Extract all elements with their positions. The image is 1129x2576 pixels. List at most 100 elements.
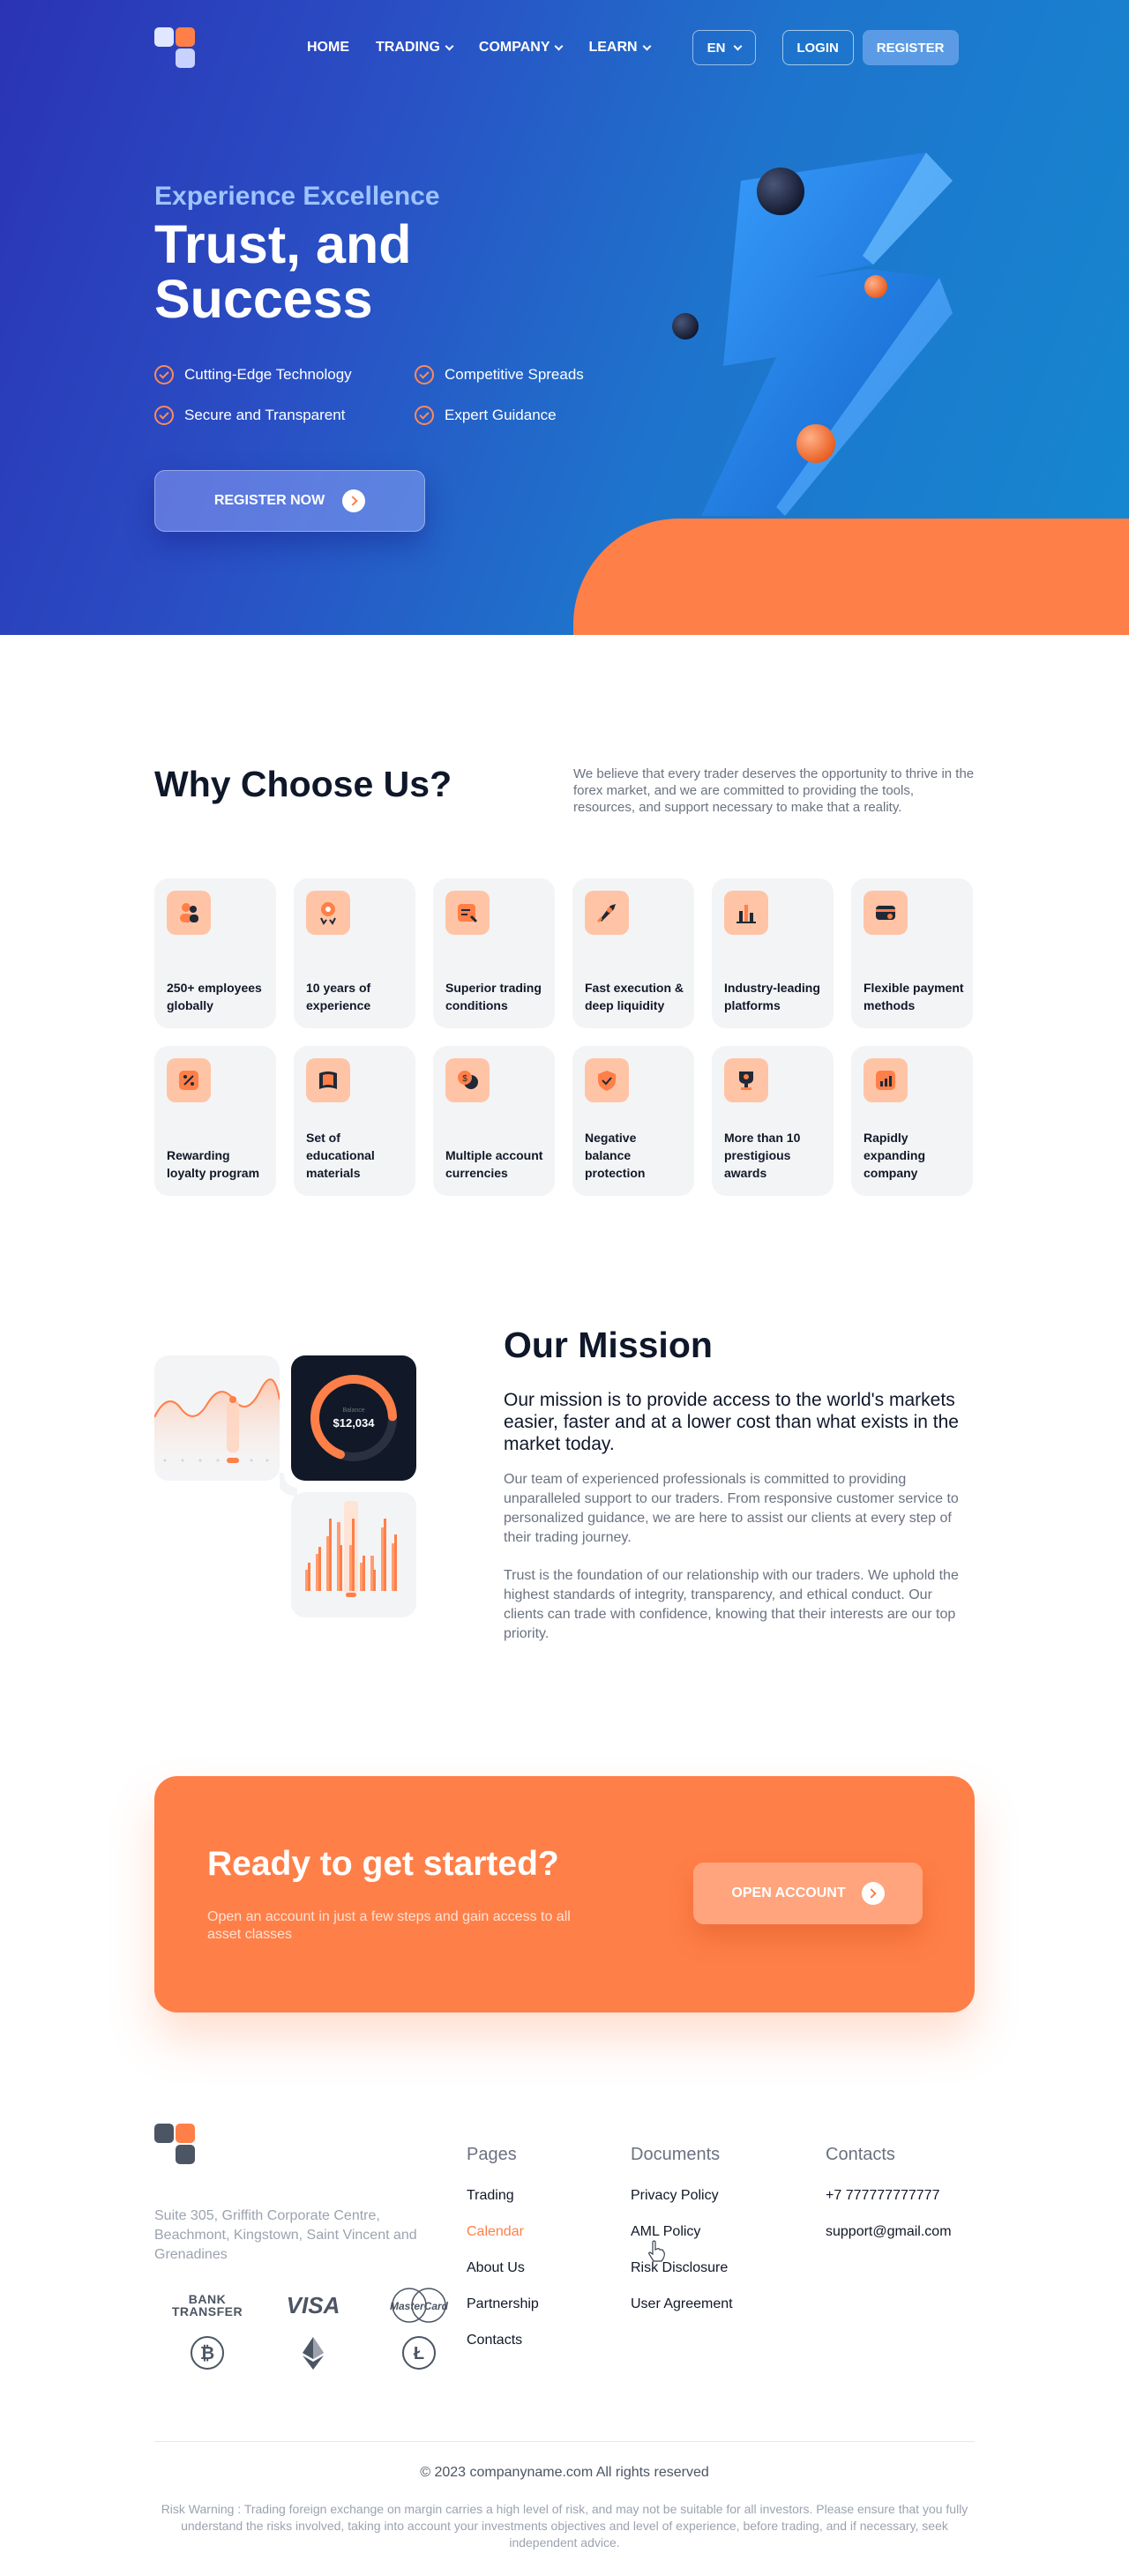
feature-card: Superior trading conditions <box>433 878 555 1028</box>
footer-pages-title: Pages <box>467 2145 517 2164</box>
footer-documents-title: Documents <box>631 2145 721 2164</box>
register-now-label: REGISTER NOW <box>213 493 325 508</box>
feature-card: Industry-leading platforms <box>712 878 834 1028</box>
shield-check-icon <box>585 1058 629 1102</box>
feature-card-label: More than 10 prestigious awards <box>724 1131 801 1180</box>
why-title: Why Choose Us? <box>154 764 452 804</box>
payment-methods: BANK TRANSFER VISA MasterCard ₿ Ł <box>154 2288 472 2371</box>
footer-contacts-column: Contacts +7 777777777777 support@gmail.c… <box>826 2145 952 2259</box>
login-button[interactable]: LOGIN <box>781 30 854 65</box>
check-circle-icon <box>154 406 174 425</box>
mastercard-text: MasterCard <box>389 2299 449 2312</box>
footer-phone[interactable]: +7 777777777777 <box>826 2186 952 2206</box>
hero-feature: Cutting-Edge Technology <box>154 365 415 385</box>
feature-card-label: 10 years of experience <box>306 981 371 1012</box>
footer-link-about[interactable]: About Us <box>467 2259 539 2278</box>
feature-card-label: 250+ employees globally <box>167 981 262 1012</box>
footer-email[interactable]: support@gmail.com <box>826 2222 952 2242</box>
footer-link-aml[interactable]: AML Policy <box>631 2222 733 2242</box>
footer-link-partnership[interactable]: Partnership <box>467 2295 539 2314</box>
bank-transfer-text: BANK <box>188 2292 227 2306</box>
footer-link-contacts[interactable]: Contacts <box>467 2331 539 2350</box>
features-grid: 250+ employees globally 10 years of expe… <box>154 878 973 1196</box>
nav-item-company[interactable]: COMPANY <box>479 40 564 56</box>
chevron-down-icon <box>555 41 564 50</box>
hero-title-line: Trust, and <box>154 214 412 274</box>
hero-feature: Expert Guidance <box>415 406 626 425</box>
footer-link-calendar[interactable]: Calendar <box>467 2222 539 2242</box>
feature-card-label: Multiple account currencies <box>445 1148 543 1180</box>
register-button[interactable]: REGISTER <box>862 30 959 65</box>
feature-card: Fast execution & deep liquidity <box>572 878 694 1028</box>
feature-card-label: Negative balance protection <box>585 1131 646 1180</box>
arrow-right-icon <box>342 489 366 512</box>
growth-chart-icon <box>864 1058 908 1102</box>
chevron-down-icon <box>733 41 742 50</box>
document-icon <box>445 891 490 935</box>
feature-card-label: Rewarding loyalty program <box>167 1148 260 1180</box>
footer-pages-column: Pages Trading Calendar About Us Partners… <box>467 2145 539 2367</box>
mission-lead: Our mission is to provide access to the … <box>504 1390 959 1454</box>
check-circle-icon <box>415 365 434 385</box>
footer-address: Suite 305, Griffith Corporate Centre, Be… <box>154 2208 417 2262</box>
bar-chart-icon <box>724 891 768 935</box>
open-account-button[interactable]: OPEN ACCOUNT <box>693 1863 923 1924</box>
hand-cursor-icon <box>648 2240 665 2262</box>
check-circle-icon <box>154 365 174 385</box>
register-now-button[interactable]: REGISTER NOW <box>154 470 425 532</box>
feature-card: Rewarding loyalty program <box>154 1046 276 1196</box>
feature-card: Rapidly expanding company <box>851 1046 973 1196</box>
check-circle-icon <box>415 406 434 425</box>
arrow-right-icon <box>861 1882 885 1905</box>
risk-warning: Risk Warning : Trading foreign exchange … <box>161 2502 968 2550</box>
hero-subtitle: Experience Excellence <box>154 182 440 211</box>
bank-transfer-text: TRANSFER <box>171 2304 243 2318</box>
footer-link-user-agreement[interactable]: User Agreement <box>631 2295 733 2314</box>
footer-link-trading[interactable]: Trading <box>467 2186 539 2206</box>
language-selector[interactable]: EN <box>692 30 756 65</box>
bank-transfer-logo: BANK TRANSFER <box>154 2288 260 2323</box>
hero-orange-shape <box>573 519 1129 635</box>
hero-features: Cutting-Edge Technology Competitive Spre… <box>154 365 626 425</box>
ready-subtitle: Open an account in just a few steps and … <box>207 1909 571 1942</box>
nav-item-label: TRADING <box>376 40 440 55</box>
balance-label: Balance <box>342 1407 365 1414</box>
medal-icon <box>306 891 350 935</box>
hero-feature: Secure and Transparent <box>154 406 415 425</box>
feature-card-label: Flexible payment methods <box>864 981 964 1012</box>
feature-card-label: Rapidly expanding company <box>864 1131 926 1180</box>
open-account-label: OPEN ACCOUNT <box>731 1885 846 1900</box>
nav-item-home[interactable]: HOME <box>307 40 349 56</box>
footer-link-privacy[interactable]: Privacy Policy <box>631 2186 733 2206</box>
feature-card: 250+ employees globally <box>154 878 276 1028</box>
trophy-icon <box>724 1058 768 1102</box>
feature-card: 10 years of experience <box>294 878 415 1028</box>
feature-card-label: Industry-leading platforms <box>724 981 820 1012</box>
hero-feature: Competitive Spreads <box>415 365 626 385</box>
svg-text:₿: ₿ <box>200 2344 214 2363</box>
mission-line-chart-card <box>154 1355 280 1481</box>
copyright: © 2023 companyname.com All rights reserv… <box>420 2465 709 2480</box>
mission-bar-chart-card <box>291 1492 416 1617</box>
feature-card-label: Set of educational materials <box>306 1131 375 1180</box>
people-icon <box>167 891 211 935</box>
hero-feature-label: Competitive Spreads <box>445 366 584 383</box>
hero-title: Trust, and Success <box>154 217 440 326</box>
nav-item-label: HOME <box>307 40 349 55</box>
hero-title-line: Success <box>154 269 373 329</box>
hero-feature-label: Expert Guidance <box>445 407 557 423</box>
logo[interactable] <box>154 27 195 68</box>
hero-text: Experience Excellence Trust, and Success <box>154 182 440 326</box>
nav-item-learn[interactable]: LEARN <box>588 40 652 56</box>
footer-documents-column: Documents Privacy Policy AML Policy Risk… <box>631 2145 733 2331</box>
nav-item-trading[interactable]: TRADING <box>376 40 454 56</box>
feature-card: $ Multiple account currencies <box>433 1046 555 1196</box>
footer-logo[interactable] <box>154 2124 195 2164</box>
mission-paragraph: Trust is the foundation of our relations… <box>504 1568 959 1641</box>
hero-section: HOME TRADING COMPANY LEARN EN LOGIN REGI… <box>0 0 1129 635</box>
feature-card: Flexible payment methods <box>851 878 973 1028</box>
bitcoin-icon: ₿ <box>154 2335 260 2371</box>
why-description: We believe that every trader deserves th… <box>573 766 975 815</box>
mastercard-logo: MasterCard <box>366 2288 472 2323</box>
chevron-down-icon <box>642 41 652 50</box>
